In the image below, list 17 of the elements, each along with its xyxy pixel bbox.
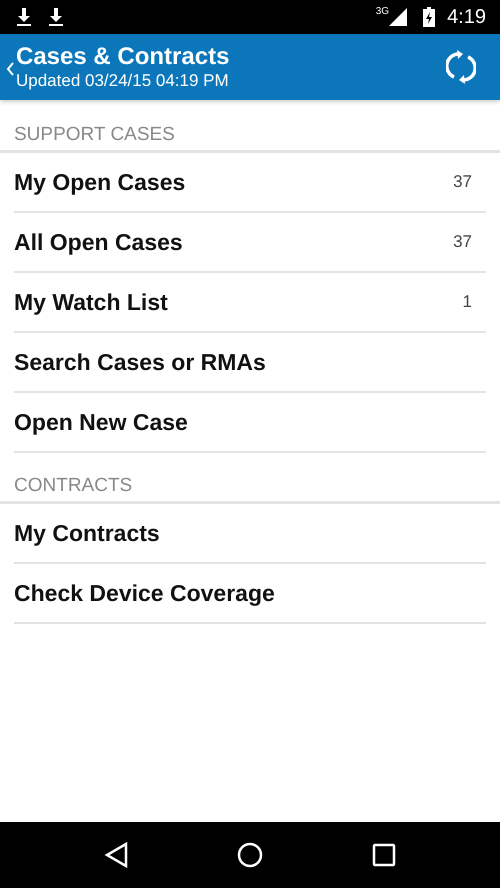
home-icon[interactable] — [236, 842, 263, 868]
signal-icon — [389, 8, 408, 26]
recents-icon[interactable] — [372, 843, 396, 867]
download-icon — [16, 8, 32, 26]
back-icon[interactable] — [104, 842, 128, 868]
refresh-button[interactable] — [446, 50, 476, 84]
item-count: 37 — [453, 172, 472, 192]
clock: 4:19 — [447, 6, 486, 28]
app-title: Cases & Contracts — [16, 43, 230, 71]
chevron-left-icon — [6, 62, 14, 76]
item-count: 1 — [462, 292, 472, 312]
updated-timestamp: Updated 03/24/15 04:19 PM — [16, 71, 230, 91]
download-icon — [48, 8, 64, 26]
battery-icon — [423, 7, 436, 27]
refresh-icon — [446, 50, 476, 84]
network-type: 3G — [376, 6, 390, 17]
item-count: 37 — [453, 232, 472, 252]
